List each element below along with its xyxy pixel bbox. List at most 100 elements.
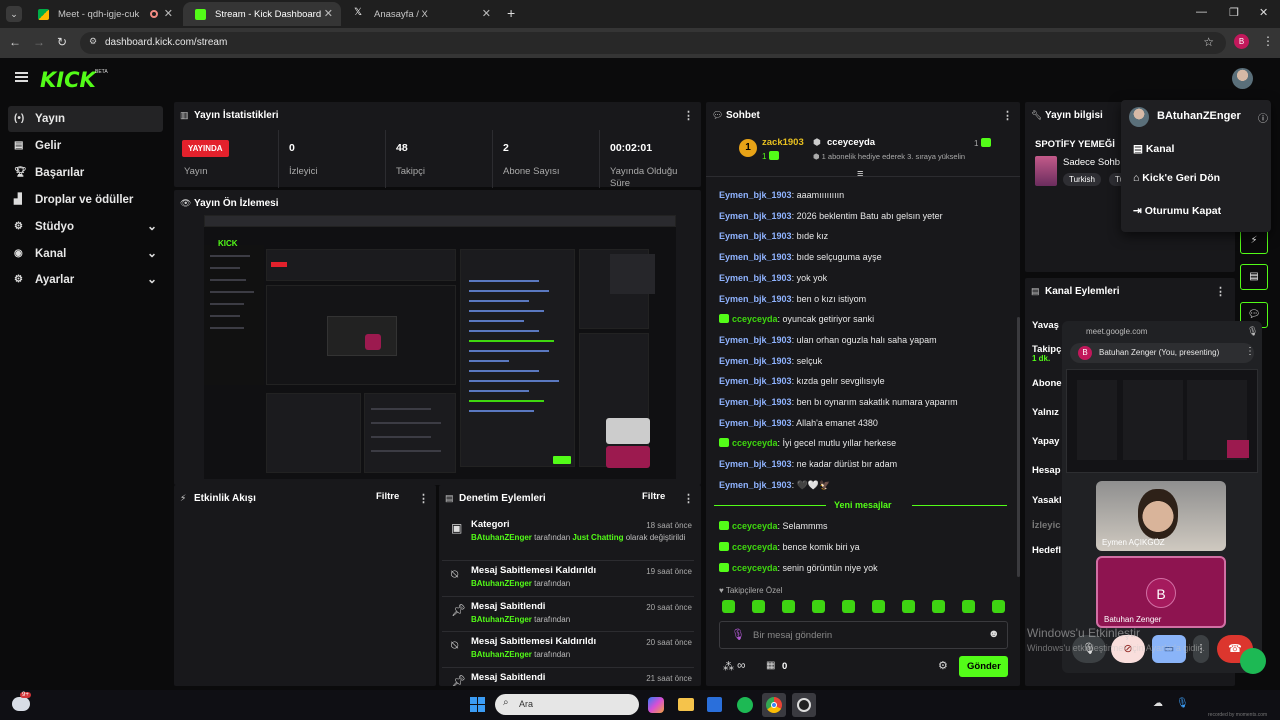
dropdown-item-kanal[interactable]: ▤ Kanal [1133, 143, 1174, 155]
chatters-icon[interactable]: ⁂ [723, 660, 734, 673]
weather-icon[interactable] [12, 697, 30, 711]
site-info-icon[interactable]: ⚙ [89, 36, 97, 47]
more-options-icon[interactable]: ⋮ [1215, 285, 1226, 298]
participant-tile-eymen[interactable]: Eymen AÇIKGÖZ [1096, 481, 1226, 551]
chat-username[interactable]: Eymen_bjk_1903 [719, 273, 792, 283]
more-options-icon[interactable]: ⋮ [683, 109, 694, 122]
maximize-button[interactable]: ❐ [1229, 6, 1239, 19]
category-name[interactable]: Sadece Sohb [1063, 157, 1120, 168]
store-icon[interactable]: ▦ [766, 660, 775, 671]
sidebar-item-basarilar[interactable]: 🏆︎ Başarılar [8, 160, 163, 186]
leader-username[interactable]: cceyceyda [827, 137, 875, 148]
tab-kick-dashboard[interactable]: Stream - Kick Dashboard ✕ [183, 2, 341, 26]
x-logo-icon: 𝕏 [354, 7, 363, 18]
store-app-icon[interactable] [707, 697, 722, 712]
participant-tile-batuhan[interactable]: B Batuhan Zenger [1096, 556, 1226, 628]
quick-action-button[interactable]: ▤ [1240, 264, 1268, 290]
close-tab-icon[interactable]: ✕ [482, 7, 491, 20]
chat-username[interactable]: Eymen_bjk_1903 [719, 459, 792, 469]
dropdown-item-logout[interactable]: ⇥ Oturumu Kapat [1133, 205, 1221, 217]
profile-avatar[interactable]: B [1234, 34, 1249, 49]
menu-icon[interactable] [15, 72, 28, 82]
emoji-icon[interactable]: ☻ [988, 628, 1000, 640]
microphone-icon[interactable]: 🎙︎ [731, 628, 745, 641]
chat-username[interactable]: cceyceyda [732, 563, 778, 573]
chat-message: cceyceyda: oyuncak getiriyor sanki [719, 314, 874, 324]
address-bar[interactable]: ⚙ dashboard.kick.com/stream ☆ [80, 32, 1226, 54]
tray-icon[interactable]: ☁ [1153, 698, 1163, 709]
emote-button[interactable] [722, 600, 735, 613]
chat-scrollbar[interactable] [1017, 317, 1020, 577]
copilot-icon[interactable] [648, 697, 664, 713]
info-icon[interactable]: ⓘ [1258, 110, 1268, 125]
sidebar-item-kanal[interactable]: ◉ Kanal ⌄ [8, 241, 163, 267]
tray-mic-icon[interactable]: 🎙︎ [1176, 698, 1189, 709]
emote-button[interactable] [932, 600, 945, 613]
sidebar-item-ayarlar[interactable]: ⚙ Ayarlar ⌄ [8, 267, 163, 293]
sidebar-item-gelir[interactable]: ▤ Gelir [8, 133, 163, 159]
sidebar-item-droplar[interactable]: ▟ Droplar ve ödüller [8, 187, 163, 213]
emote-button[interactable] [902, 600, 915, 613]
emote-button[interactable] [962, 600, 975, 613]
send-button[interactable]: Gönder [959, 656, 1008, 677]
chat-username[interactable]: Eymen_bjk_1903 [719, 480, 792, 490]
taskbar-search[interactable]: ⌕ Ara [495, 694, 639, 715]
chat-input[interactable]: 🎙︎ Bir mesaj gönderin ☻ [719, 621, 1008, 649]
dropdown-item-back-to-kick[interactable]: ⌂ Kick'e Geri Dön [1133, 172, 1220, 184]
chat-username[interactable]: cceyceyda [732, 521, 778, 531]
chat-username[interactable]: Eymen_bjk_1903 [719, 335, 792, 345]
close-tab-icon[interactable]: ✕ [324, 7, 333, 20]
chat-username[interactable]: cceyceyda [732, 438, 778, 448]
tab-meet[interactable]: Meet - qdh-igje-cuk ✕ [26, 2, 181, 26]
bookmark-star-icon[interactable]: ☆ [1203, 35, 1214, 49]
more-options-icon[interactable]: ⋮ [1002, 109, 1013, 122]
collapse-leaderboard-icon[interactable]: ≡ [857, 168, 863, 180]
chat-username[interactable]: Eymen_bjk_1903 [719, 190, 792, 200]
browser-menu-icon[interactable]: ⋮ [1262, 34, 1274, 48]
reload-icon[interactable]: ↻ [57, 35, 67, 49]
sidebar-item-yayin[interactable]: (•) Yayın [8, 106, 163, 132]
chat-username[interactable]: Eymen_bjk_1903 [719, 294, 792, 304]
filter-button[interactable]: Filtre [376, 491, 399, 502]
forward-icon[interactable]: → [33, 35, 45, 49]
chat-username[interactable]: Eymen_bjk_1903 [719, 376, 792, 386]
minimize-button[interactable]: — [1196, 6, 1207, 18]
stream-preview-video[interactable]: KICK [204, 215, 676, 479]
chrome-icon[interactable] [762, 693, 786, 717]
chat-username[interactable]: Eymen_bjk_1903 [719, 252, 792, 262]
back-icon[interactable]: ← [9, 35, 21, 49]
obs-icon[interactable] [792, 693, 816, 717]
chat-username[interactable]: Eymen_bjk_1903 [719, 397, 792, 407]
kick-float-button[interactable] [1240, 648, 1266, 674]
filter-button[interactable]: Filtre [642, 491, 665, 502]
more-options-icon[interactable]: ⋮ [1245, 346, 1255, 357]
close-window-button[interactable]: ✕ [1259, 6, 1268, 19]
close-tab-icon[interactable]: ✕ [164, 7, 173, 20]
new-tab-button[interactable]: + [507, 5, 515, 21]
emote-button[interactable] [752, 600, 765, 613]
emote-button[interactable] [992, 600, 1005, 613]
sidebar-item-studyo[interactable]: ⚙ Stüdyo ⌄ [8, 214, 163, 240]
chat-username[interactable]: Eymen_bjk_1903 [719, 356, 792, 366]
chat-username[interactable]: cceyceyda [732, 314, 778, 324]
chat-username[interactable]: cceyceyda [732, 542, 778, 552]
more-options-icon[interactable]: ⋮ [418, 492, 429, 505]
chat-username[interactable]: Eymen_bjk_1903 [719, 418, 792, 428]
tab-x[interactable]: 𝕏 Anasayfa / X ✕ [342, 2, 499, 26]
emote-button[interactable] [812, 600, 825, 613]
spotify-icon[interactable] [737, 697, 753, 713]
user-avatar[interactable] [1232, 68, 1253, 89]
tab-search-button[interactable]: ⌄ [6, 6, 22, 22]
chat-settings-icon[interactable]: ⚙ [938, 659, 948, 672]
emote-button[interactable] [782, 600, 795, 613]
tag-chip[interactable]: Turkish [1063, 173, 1101, 186]
chat-username[interactable]: Eymen_bjk_1903 [719, 211, 792, 221]
kick-logo[interactable]: KICK [40, 68, 96, 92]
file-explorer-icon[interactable] [678, 698, 694, 711]
chat-username[interactable]: Eymen_bjk_1903 [719, 231, 792, 241]
leader-username[interactable]: zack1903 [762, 137, 804, 148]
emote-button[interactable] [842, 600, 855, 613]
start-button[interactable] [470, 697, 485, 712]
emote-button[interactable] [872, 600, 885, 613]
more-options-icon[interactable]: ⋮ [683, 492, 694, 505]
